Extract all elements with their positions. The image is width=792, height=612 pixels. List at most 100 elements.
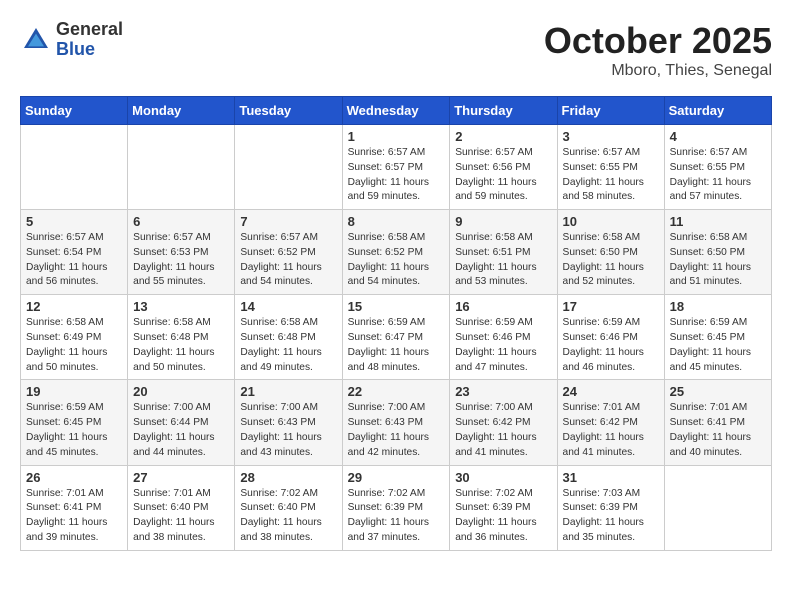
calendar-cell: 13 Sunrise: 6:58 AM Sunset: 6:48 PM Dayli… (128, 295, 235, 380)
day-number: 28 (240, 470, 336, 485)
day-number: 4 (670, 129, 766, 144)
day-number: 23 (455, 384, 551, 399)
day-info: Sunrise: 7:02 AM Sunset: 6:40 PM Dayligh… (240, 487, 336, 546)
logo-text: General Blue (56, 20, 123, 60)
calendar-cell: 1 Sunrise: 6:57 AM Sunset: 6:57 PM Daylig… (342, 125, 450, 210)
logo: General Blue (20, 20, 123, 60)
day-info: Sunrise: 7:01 AM Sunset: 6:41 PM Dayligh… (26, 487, 122, 546)
calendar-cell: 26 Sunrise: 7:01 AM Sunset: 6:41 PM Dayli… (21, 465, 128, 550)
weekday-header: Sunday (21, 97, 128, 125)
day-number: 19 (26, 384, 122, 399)
day-info: Sunrise: 6:57 AM Sunset: 6:52 PM Dayligh… (240, 231, 336, 290)
day-info: Sunrise: 6:59 AM Sunset: 6:46 PM Dayligh… (563, 316, 659, 375)
calendar-cell (664, 465, 771, 550)
calendar-cell: 10 Sunrise: 6:58 AM Sunset: 6:50 PM Dayli… (557, 210, 664, 295)
logo-blue: Blue (56, 40, 123, 60)
calendar-cell: 11Sunrise: 6:58 AM Sunset: 6:50 PM Dayli… (664, 210, 771, 295)
day-info: Sunrise: 6:58 AM Sunset: 6:50 PM Dayligh… (563, 231, 659, 290)
day-number: 31 (563, 470, 659, 485)
day-number: 25 (670, 384, 766, 399)
day-info: Sunrise: 7:01 AM Sunset: 6:40 PM Dayligh… (133, 487, 229, 546)
day-info: Sunrise: 6:57 AM Sunset: 6:54 PM Dayligh… (26, 231, 122, 290)
calendar-cell: 23Sunrise: 7:00 AM Sunset: 6:42 PM Dayli… (450, 380, 557, 465)
day-number: 27 (133, 470, 229, 485)
weekday-header: Wednesday (342, 97, 450, 125)
calendar-cell: 20 Sunrise: 7:00 AM Sunset: 6:44 PM Dayli… (128, 380, 235, 465)
day-info: Sunrise: 6:59 AM Sunset: 6:45 PM Dayligh… (670, 316, 766, 375)
day-number: 10 (563, 214, 659, 229)
day-info: Sunrise: 7:00 AM Sunset: 6:43 PM Dayligh… (240, 401, 336, 460)
day-number: 14 (240, 299, 336, 314)
calendar-cell: 28 Sunrise: 7:02 AM Sunset: 6:40 PM Dayli… (235, 465, 342, 550)
calendar-cell: 17 Sunrise: 6:59 AM Sunset: 6:46 PM Dayli… (557, 295, 664, 380)
day-info: Sunrise: 7:01 AM Sunset: 6:41 PM Dayligh… (670, 401, 766, 460)
calendar-cell: 6Sunrise: 6:57 AM Sunset: 6:53 PM Daylig… (128, 210, 235, 295)
day-number: 29 (348, 470, 445, 485)
calendar-cell: 29Sunrise: 7:02 AM Sunset: 6:39 PM Dayli… (342, 465, 450, 550)
day-info: Sunrise: 6:58 AM Sunset: 6:49 PM Dayligh… (26, 316, 122, 375)
day-info: Sunrise: 6:57 AM Sunset: 6:55 PM Dayligh… (563, 146, 659, 205)
calendar-cell: 30 Sunrise: 7:02 AM Sunset: 6:39 PM Dayli… (450, 465, 557, 550)
day-info: Sunrise: 7:02 AM Sunset: 6:39 PM Dayligh… (455, 487, 551, 546)
day-number: 21 (240, 384, 336, 399)
weekday-header: Monday (128, 97, 235, 125)
day-number: 13 (133, 299, 229, 314)
day-info: Sunrise: 6:58 AM Sunset: 6:48 PM Dayligh… (133, 316, 229, 375)
calendar-cell: 18 Sunrise: 6:59 AM Sunset: 6:45 PM Dayli… (664, 295, 771, 380)
calendar-cell: 2Sunrise: 6:57 AM Sunset: 6:56 PM Daylig… (450, 125, 557, 210)
calendar-cell: 25 Sunrise: 7:01 AM Sunset: 6:41 PM Dayli… (664, 380, 771, 465)
title-area: October 2025 Mboro, Thies, Senegal (544, 20, 772, 80)
day-info: Sunrise: 6:58 AM Sunset: 6:50 PM Dayligh… (670, 231, 766, 290)
calendar-cell: 22 Sunrise: 7:00 AM Sunset: 6:43 PM Dayli… (342, 380, 450, 465)
calendar-cell (128, 125, 235, 210)
calendar-cell: 27 Sunrise: 7:01 AM Sunset: 6:40 PM Dayli… (128, 465, 235, 550)
calendar-header-row: SundayMondayTuesdayWednesdayThursdayFrid… (21, 97, 772, 125)
logo-general: General (56, 20, 123, 40)
logo-icon (20, 24, 52, 56)
calendar-cell: 8 Sunrise: 6:58 AM Sunset: 6:52 PM Daylig… (342, 210, 450, 295)
day-number: 2 (455, 129, 551, 144)
day-number: 15 (348, 299, 445, 314)
calendar-week-row: 19 Sunrise: 6:59 AM Sunset: 6:45 PM Dayli… (21, 380, 772, 465)
calendar-cell: 15Sunrise: 6:59 AM Sunset: 6:47 PM Dayli… (342, 295, 450, 380)
day-number: 17 (563, 299, 659, 314)
day-number: 30 (455, 470, 551, 485)
day-number: 8 (348, 214, 445, 229)
location-label: Mboro, Thies, Senegal (544, 62, 772, 80)
day-number: 16 (455, 299, 551, 314)
calendar-cell: 24 Sunrise: 7:01 AM Sunset: 6:42 PM Dayli… (557, 380, 664, 465)
day-number: 3 (563, 129, 659, 144)
calendar-week-row: 26 Sunrise: 7:01 AM Sunset: 6:41 PM Dayli… (21, 465, 772, 550)
calendar-cell: 21 Sunrise: 7:00 AM Sunset: 6:43 PM Dayli… (235, 380, 342, 465)
calendar-cell: 14 Sunrise: 6:58 AM Sunset: 6:48 PM Dayli… (235, 295, 342, 380)
calendar-cell: 5 Sunrise: 6:57 AM Sunset: 6:54 PM Daylig… (21, 210, 128, 295)
day-info: Sunrise: 7:00 AM Sunset: 6:43 PM Dayligh… (348, 401, 445, 460)
day-info: Sunrise: 6:58 AM Sunset: 6:52 PM Dayligh… (348, 231, 445, 290)
day-info: Sunrise: 6:59 AM Sunset: 6:45 PM Dayligh… (26, 401, 122, 460)
day-number: 18 (670, 299, 766, 314)
day-info: Sunrise: 7:03 AM Sunset: 6:39 PM Dayligh… (563, 487, 659, 546)
calendar-cell (21, 125, 128, 210)
calendar-cell: 19 Sunrise: 6:59 AM Sunset: 6:45 PM Dayli… (21, 380, 128, 465)
day-info: Sunrise: 7:00 AM Sunset: 6:44 PM Dayligh… (133, 401, 229, 460)
day-number: 24 (563, 384, 659, 399)
day-number: 5 (26, 214, 122, 229)
calendar-cell: 4 Sunrise: 6:57 AM Sunset: 6:55 PM Daylig… (664, 125, 771, 210)
calendar-week-row: 12 Sunrise: 6:58 AM Sunset: 6:49 PM Dayli… (21, 295, 772, 380)
calendar-cell: 3 Sunrise: 6:57 AM Sunset: 6:55 PM Daylig… (557, 125, 664, 210)
day-number: 26 (26, 470, 122, 485)
day-number: 22 (348, 384, 445, 399)
weekday-header: Tuesday (235, 97, 342, 125)
day-info: Sunrise: 6:58 AM Sunset: 6:48 PM Dayligh… (240, 316, 336, 375)
calendar-week-row: 5 Sunrise: 6:57 AM Sunset: 6:54 PM Daylig… (21, 210, 772, 295)
calendar-week-row: 1 Sunrise: 6:57 AM Sunset: 6:57 PM Daylig… (21, 125, 772, 210)
day-number: 20 (133, 384, 229, 399)
calendar-cell: 31 Sunrise: 7:03 AM Sunset: 6:39 PM Dayli… (557, 465, 664, 550)
day-number: 12 (26, 299, 122, 314)
day-info: Sunrise: 6:57 AM Sunset: 6:55 PM Dayligh… (670, 146, 766, 205)
day-info: Sunrise: 6:57 AM Sunset: 6:57 PM Dayligh… (348, 146, 445, 205)
day-number: 1 (348, 129, 445, 144)
calendar-cell: 7Sunrise: 6:57 AM Sunset: 6:52 PM Daylig… (235, 210, 342, 295)
calendar-table: SundayMondayTuesdayWednesdayThursdayFrid… (20, 96, 772, 551)
day-info: Sunrise: 7:01 AM Sunset: 6:42 PM Dayligh… (563, 401, 659, 460)
